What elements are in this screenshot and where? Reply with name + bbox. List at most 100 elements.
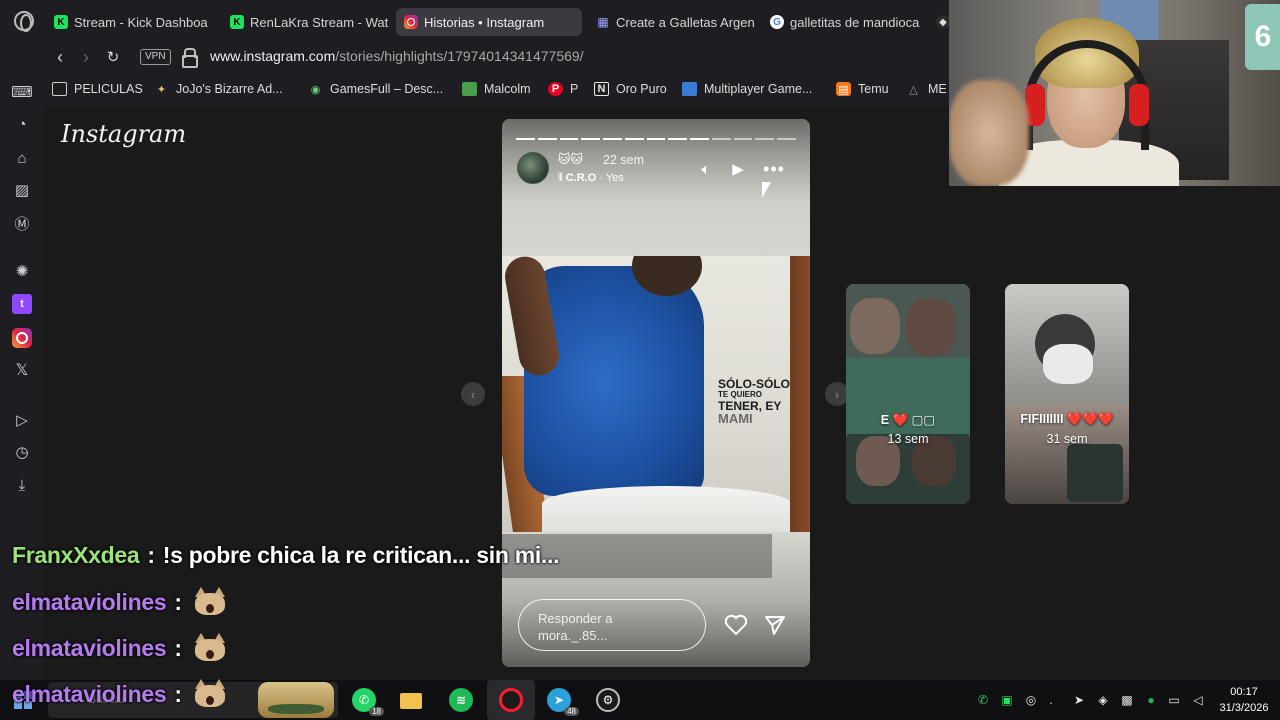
bookmark-label: Malcolm	[484, 82, 531, 96]
bookmark-multiplayer[interactable]: Multiplayer Game...	[682, 80, 812, 98]
notification-badge: 48	[564, 707, 579, 716]
volume-icon[interactable]: ◁	[1190, 692, 1206, 708]
gamepad-icon[interactable]: ⌨	[11, 82, 33, 102]
twitch-icon[interactable]: t	[12, 294, 32, 314]
vpn-badge[interactable]: VPN	[140, 49, 171, 65]
headphone-ear	[1129, 84, 1149, 126]
gx-corner-icon[interactable]: ▨	[12, 180, 32, 200]
triangle-icon: △	[909, 83, 918, 96]
bookmark-peliculas[interactable]: PELICULAS	[52, 80, 143, 98]
tab-renlakra-stream[interactable]: K RenLaKra Stream - Wat	[222, 8, 390, 36]
url-field[interactable]: www.instagram.com/stories/highlights/179…	[210, 48, 584, 64]
volume-icon[interactable]: 🔈︎	[696, 160, 716, 178]
instagram-stories-page: Instagram ‹ › 🐱🐱 22 sem ⫴ C.R.O · Yes 🔈︎…	[44, 106, 1280, 680]
bookmark-jojo[interactable]: ✦ JoJo's Bizarre Ad...	[154, 80, 283, 98]
nvidia-tray-icon[interactable]: ▣	[999, 692, 1015, 708]
progress-segment	[690, 138, 709, 140]
lock-icon[interactable]	[182, 48, 198, 68]
progress-segment	[668, 138, 688, 140]
pinterest-icon: P	[548, 82, 563, 96]
bookmark-label: ME	[928, 82, 947, 96]
avatar[interactable]	[517, 152, 549, 184]
story-music-info[interactable]: ⫴ C.R.O · Yes	[558, 172, 624, 185]
photo-sink	[542, 486, 792, 532]
chat-username: elmataviolines	[12, 634, 167, 661]
forward-icon[interactable]: ›	[75, 46, 97, 68]
whatsapp-tray-icon[interactable]: ✆	[975, 692, 991, 708]
malcolm-icon	[462, 82, 477, 96]
tab-create-galletas[interactable]: ▦ Create a Galletas Argen	[588, 8, 756, 36]
tab-kick-dashboard[interactable]: K Stream - Kick Dashboa	[46, 8, 214, 36]
doc-icon: ▦	[597, 15, 609, 29]
x-twitter-icon[interactable]: 𝕏	[12, 360, 32, 380]
bookmark-me[interactable]: △ ME	[906, 80, 947, 98]
chat-username: FranxXxdea	[12, 541, 140, 568]
steam-icon[interactable]: ⚙	[596, 688, 620, 712]
instagram-logo[interactable]: Instagram	[61, 120, 186, 148]
bookmark-gamesfull[interactable]: ◉ GamesFull – Desc...	[308, 80, 444, 98]
reply-input[interactable]: Responder a mora._.85...	[518, 599, 706, 651]
lyric-sticker: SÓLO-SÓLO TE QUIERO TENER, EY MAMI	[718, 378, 790, 425]
chat-separator: :	[174, 634, 182, 661]
back-icon[interactable]: ‹	[49, 46, 71, 68]
telegram-icon[interactable]: ➤ 48	[547, 688, 579, 716]
file-explorer-icon[interactable]	[399, 688, 423, 712]
network-icon[interactable]: ▭	[1166, 692, 1182, 708]
story-viewer[interactable]: 🐱🐱 22 sem ⫴ C.R.O · Yes 🔈︎ ▶ ••• SÓLO-SÓ…	[502, 119, 810, 667]
browser-sidebar: ⌨ ◔ ⌂ ▨ Ⓜ ✺ t 𝕏 ▷ ◷ ⤓ GX •••	[0, 72, 44, 720]
history-icon[interactable]: ◷	[12, 442, 32, 462]
chat-separator: :	[174, 588, 182, 615]
progress-segment	[624, 138, 644, 140]
story-username[interactable]: 🐱🐱	[558, 152, 583, 166]
bookmark-malcolm[interactable]: Malcolm	[462, 80, 531, 98]
lyric-line: SÓLO-SÓLO	[718, 377, 790, 391]
highlight-preview[interactable]: E ❤️ ▢▢ 13 sem	[846, 284, 970, 504]
music-title: C.R.O	[565, 172, 597, 184]
heron-widget-icon[interactable]	[258, 682, 334, 718]
highlight-preview[interactable]: FIFIIIIIII ❤️❤️❤️ 31 sem	[1005, 284, 1129, 504]
progress-segment	[755, 138, 775, 140]
opera-menu-icon[interactable]	[14, 11, 34, 32]
chat-message: elmataviolines :	[12, 587, 228, 616]
more-options-icon[interactable]: •••	[763, 159, 784, 179]
opera-gx-icon[interactable]	[499, 688, 523, 712]
bookmark-temu[interactable]: ▤ Temu	[836, 80, 889, 98]
instagram-icon[interactable]	[12, 328, 32, 348]
downloads-icon[interactable]: ⤓	[12, 475, 32, 495]
heart-icon[interactable]	[724, 614, 748, 636]
url-path: /stories/highlights/17974014341477569/	[335, 48, 584, 64]
tab-instagram-stories[interactable]: Historias • Instagram	[396, 8, 582, 36]
music-player-icon[interactable]: Ⓜ	[12, 213, 32, 233]
reload-icon[interactable]: ↻	[102, 46, 124, 68]
bookmark-pinterest[interactable]: PP	[548, 80, 578, 98]
tray-dot-icon[interactable]: .	[1043, 692, 1059, 708]
jojo-icon: ✦	[156, 83, 167, 96]
preview-photo	[1067, 444, 1123, 502]
send-icon[interactable]: ▷	[12, 410, 32, 430]
telegram-tray-icon[interactable]: ➤	[1071, 692, 1087, 708]
taskbar-clock[interactable]: 00:17 31/3/2026	[1214, 684, 1274, 716]
bookmark-oro-puro[interactable]: N Oro Puro	[594, 80, 667, 98]
steam-tray-icon[interactable]: ◎	[1023, 692, 1039, 708]
tab-label: Stream - Kick Dashboa	[74, 14, 208, 30]
previous-story-icon[interactable]: ‹	[461, 382, 485, 406]
tab-label: RenLaKra Stream - Wat	[250, 14, 389, 30]
speed-dial-icon[interactable]: ◔	[12, 114, 32, 134]
chat-message: elmataviolines :	[12, 633, 228, 662]
photo-person	[524, 266, 704, 496]
tray-app-icon[interactable]: ◈	[1095, 692, 1111, 708]
play-icon[interactable]: ▶	[728, 160, 748, 178]
photo-frame	[790, 256, 810, 532]
chatgpt-icon[interactable]: ✺	[12, 261, 32, 281]
lyric-line: MAMI	[718, 411, 753, 426]
tray-app-icon[interactable]: ▩	[1119, 692, 1135, 708]
whatsapp-icon[interactable]: ✆ 18	[352, 688, 384, 716]
bookmark-label: JoJo's Bizarre Ad...	[176, 82, 283, 96]
spotify-icon[interactable]: ≋	[449, 688, 473, 712]
send-icon[interactable]	[764, 614, 786, 636]
webcam-overlay: 6	[949, 0, 1280, 186]
tab-galletitas-search[interactable]: G galletitas de mandioca	[762, 8, 934, 36]
bookmark-label: PELICULAS	[74, 82, 143, 96]
spotify-tray-icon[interactable]: ●	[1143, 692, 1159, 708]
gx-control-icon[interactable]: ⌂	[12, 148, 32, 168]
